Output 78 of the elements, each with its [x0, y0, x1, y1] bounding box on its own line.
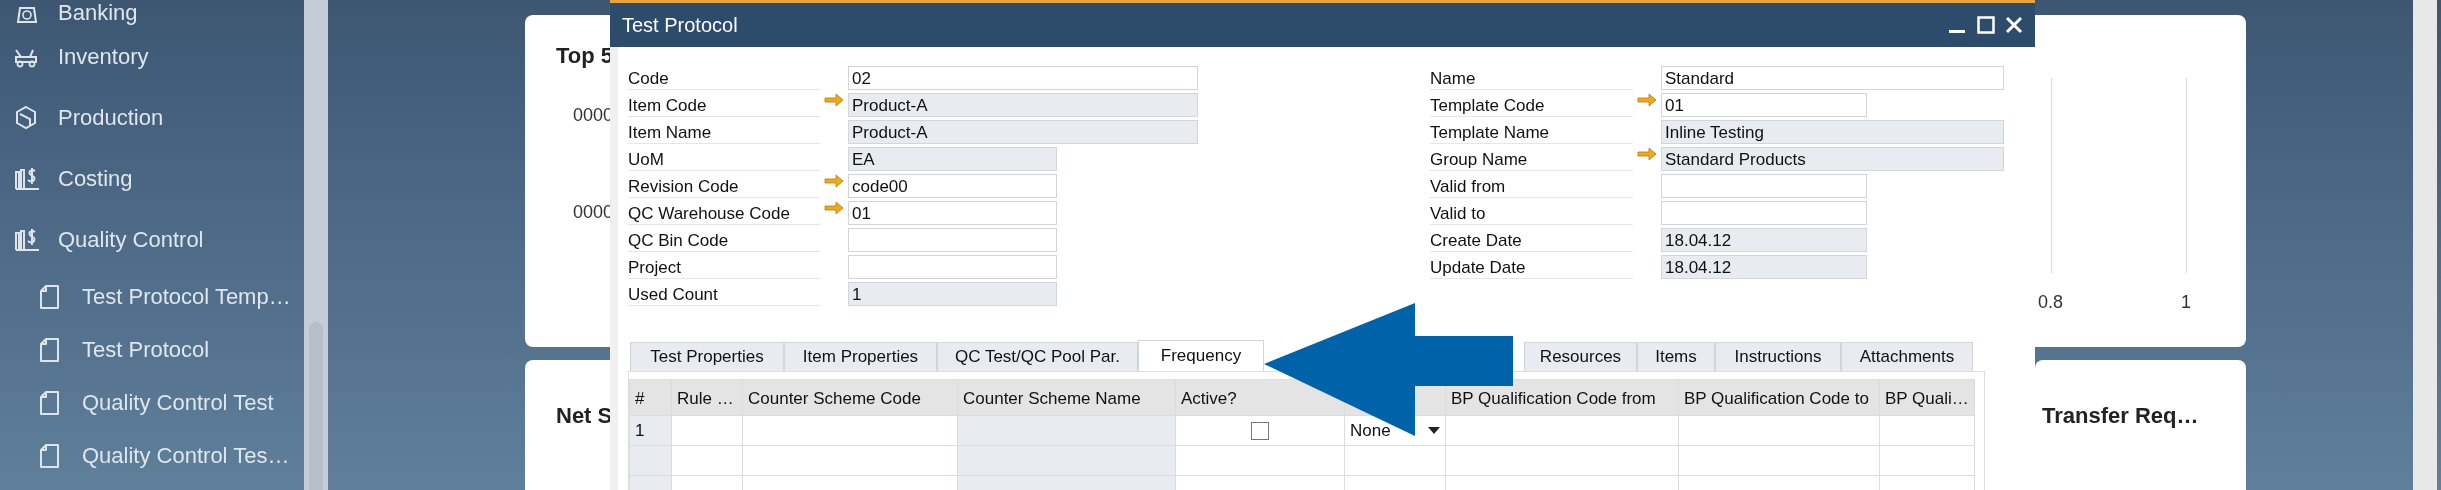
link-arrow-icon[interactable] — [824, 174, 844, 188]
field-label: Template Code — [1430, 93, 1633, 117]
sidebar-item[interactable]: Test Protocol — [0, 323, 304, 376]
field-label: Group Name — [1430, 147, 1633, 171]
column-header[interactable]: BP Qualification Code to — [1678, 379, 1880, 416]
field-label: QC Bin Code — [628, 228, 820, 252]
link-arrow-icon[interactable] — [824, 93, 844, 107]
input-field[interactable]: 1 — [848, 282, 1057, 306]
field-label: Project — [628, 255, 820, 279]
tab[interactable]: Attachments — [1841, 342, 1973, 371]
input-field[interactable]: code00 — [848, 174, 1057, 198]
column-header[interactable]: Rule … — [671, 379, 743, 416]
field-label: UoM — [628, 147, 820, 171]
input-field[interactable]: 18.04.12 — [1661, 228, 1867, 252]
field-label: QC Warehouse Code — [628, 201, 820, 225]
axis-tick-label: 0.8 — [2038, 292, 2064, 313]
field-label: Used Count — [628, 282, 820, 306]
column-header[interactable]: # — [629, 379, 672, 416]
tab[interactable]: Item Properties — [784, 342, 937, 371]
sidebar-item[interactable]: Test Protocol Temp… — [0, 270, 304, 323]
column-header[interactable]: Counter Scheme Name — [957, 379, 1176, 416]
document-icon — [40, 390, 60, 415]
axis-tick-label: 1 — [2181, 292, 2191, 313]
link-arrow-icon[interactable] — [1637, 147, 1657, 161]
tab[interactable]: Frequency — [1138, 340, 1264, 371]
field-label: Item Name — [628, 120, 820, 144]
column-header[interactable]: BP Quali… — [1879, 379, 1975, 416]
input-field[interactable] — [1661, 174, 1867, 198]
input-field[interactable]: 02 — [848, 66, 1198, 90]
input-field[interactable]: 01 — [848, 201, 1057, 225]
scrollbar[interactable] — [2413, 0, 2437, 490]
card-title: Transfer Req… — [2042, 403, 2199, 429]
tab[interactable]: QC Test/QC Pool Par. — [937, 342, 1138, 371]
field-label: Template Name — [1430, 120, 1633, 144]
close-icon[interactable] — [2005, 16, 2023, 34]
tab[interactable]: Instructions — [1715, 342, 1841, 371]
dropdown-caret-icon[interactable] — [1428, 426, 1440, 435]
input-field[interactable]: Inline Testing — [1661, 120, 2004, 144]
column-header[interactable]: BP Qualification Code from — [1445, 379, 1679, 416]
sidebar-item[interactable]: Inventory — [0, 26, 304, 87]
input-field[interactable]: EA — [848, 147, 1057, 171]
input-field[interactable]: Standard — [1661, 66, 2004, 90]
tab[interactable]: Resources — [1524, 342, 1637, 371]
field-label: Revision Code — [628, 174, 820, 198]
row-number: 1 — [629, 415, 672, 446]
input-field[interactable]: 18.04.12 — [1661, 255, 1867, 279]
maximize-icon[interactable] — [1977, 16, 1995, 34]
link-arrow-icon[interactable] — [824, 201, 844, 215]
checkbox[interactable] — [1251, 421, 1269, 440]
input-field[interactable]: 01 — [1661, 93, 1867, 117]
factory-dollar-icon — [14, 165, 40, 192]
tab[interactable]: Items — [1637, 342, 1715, 371]
field-label: Update Date — [1430, 255, 1633, 279]
field-label: Item Code — [628, 93, 820, 117]
field-label: Code — [628, 66, 820, 90]
field-label: Valid from — [1430, 174, 1633, 198]
field-label: Create Date — [1430, 228, 1633, 252]
window-title: Test Protocol — [622, 13, 739, 37]
input-field[interactable] — [1661, 201, 1867, 225]
sidebar-item[interactable]: Costing — [0, 148, 304, 209]
input-field[interactable]: Product-A — [848, 120, 1198, 144]
tab[interactable]: Test Properties — [630, 342, 784, 371]
input-field[interactable]: Product-A — [848, 93, 1198, 117]
factory-dollar-icon — [14, 226, 40, 253]
sidebar-item[interactable]: Quality Control — [0, 209, 304, 270]
input-field[interactable]: Standard Products — [1661, 147, 2004, 171]
document-icon — [40, 284, 60, 309]
input-field[interactable] — [848, 228, 1057, 252]
field-label: Valid to — [1430, 201, 1633, 225]
field-label: Name — [1430, 66, 1633, 90]
sidebar-item[interactable]: Banking — [0, 0, 304, 26]
link-arrow-icon[interactable] — [1637, 93, 1657, 107]
input-field[interactable] — [848, 255, 1057, 279]
document-icon — [40, 337, 60, 362]
sidebar-item[interactable]: Production — [0, 87, 304, 148]
column-header[interactable]: Counter Scheme Code — [742, 379, 958, 416]
sidebar-item[interactable]: Quality Control Test — [0, 376, 304, 429]
document-icon — [40, 443, 60, 468]
